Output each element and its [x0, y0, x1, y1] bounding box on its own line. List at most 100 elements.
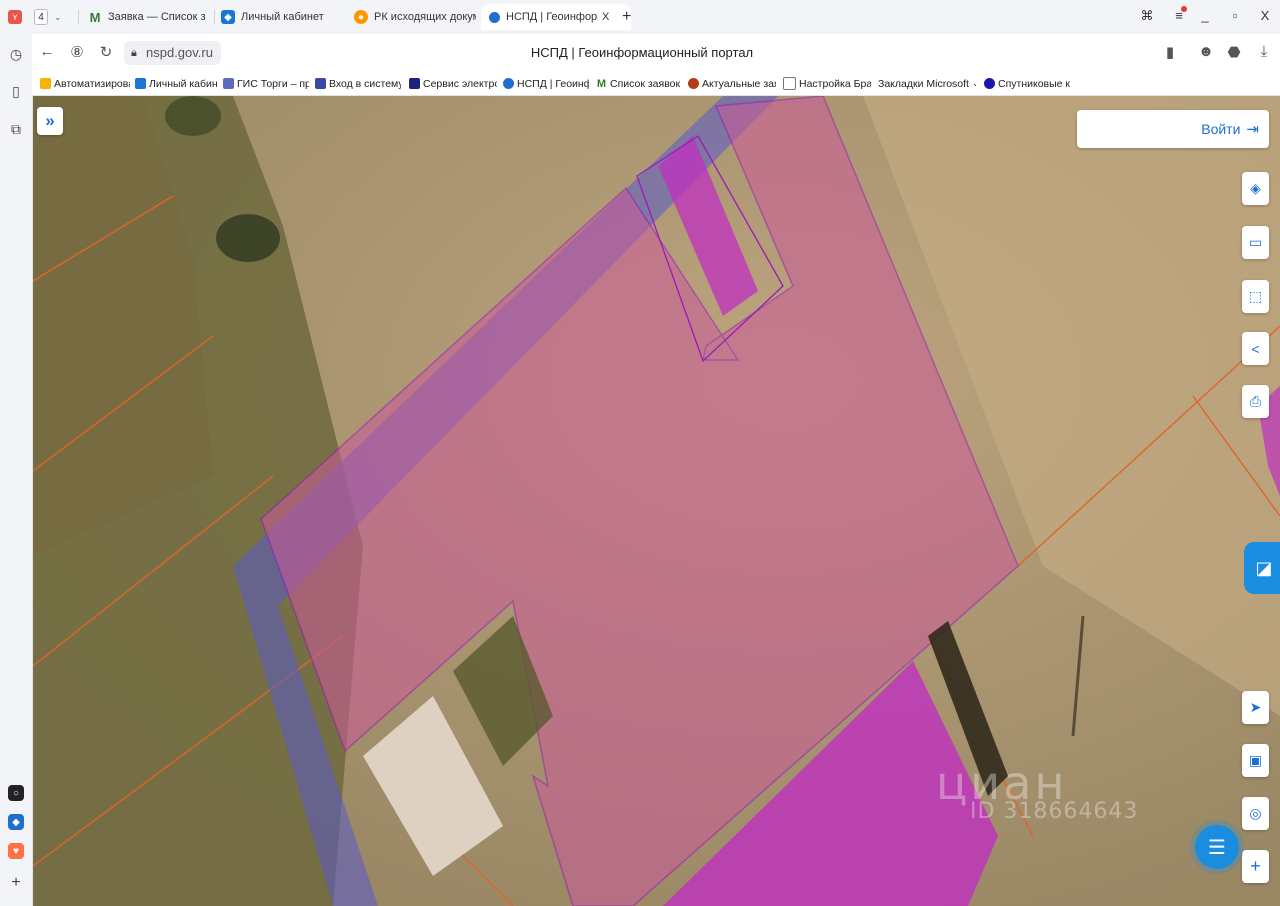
tab-label: Личный кабинет [241, 11, 324, 23]
bookmark-label: Сервис электрон [423, 77, 497, 90]
document-icon: ● [354, 10, 368, 24]
extension-icon[interactable]: ☻ [1196, 43, 1216, 60]
history-icon[interactable]: ◷ [5, 43, 27, 65]
minimap-icon: ▣ [1248, 752, 1263, 768]
locate-icon: ➤ [1249, 699, 1262, 715]
messenger-app-icon[interactable]: ◆ [8, 814, 24, 830]
protect-shield-icon[interactable]: ⬣ [1224, 43, 1244, 61]
bookmark-label: Личный кабинет [149, 77, 217, 90]
print-icon: ⎙ [1249, 393, 1262, 409]
tab-nspd-active[interactable]: НСПД | Геоинформационный портал X [481, 4, 631, 30]
bookmark-nspd-icon [503, 78, 514, 89]
bookmark-label: Автоматизирован [54, 77, 130, 90]
print-button[interactable]: ⎙ [1242, 385, 1269, 418]
gmail-icon: M [89, 9, 101, 25]
bookmark-gis-icon [223, 78, 234, 89]
map-viewport[interactable]: циан ID 318664643 » Войти ⇥ ◈ ▭ ⬚ < ⎙ ◪ … [33, 96, 1280, 906]
alice-app-icon[interactable]: ○ [8, 785, 24, 801]
close-window-button[interactable]: X [1256, 8, 1274, 23]
nspd-icon [489, 11, 500, 23]
watermark-id: ID 318664643 [970, 799, 1139, 824]
bookmarks-bar: Автоматизирован Личный кабинет ГИС Торги… [32, 72, 1280, 96]
bookmark-cabinet-icon [135, 78, 146, 89]
chat-button[interactable]: ☰ [1195, 825, 1239, 869]
bookmark-item[interactable]: НСПД | Геоинфор [503, 76, 589, 91]
bookmark-page-icon [783, 77, 796, 90]
bookmark-item[interactable]: ГИС Торги – прод [223, 76, 309, 91]
share-icon: < [1251, 340, 1260, 357]
tab-cabinet[interactable]: ◆ Личный кабинет [221, 4, 341, 30]
notifications-icon[interactable]: ≡ [1170, 6, 1188, 23]
tabs-counter-icon[interactable]: ▯ [5, 80, 27, 102]
bookmark-label: НСПД | Геоинфор [517, 77, 589, 90]
bookmark-service-icon [409, 78, 420, 89]
geo-search-icon: ◎ [1249, 805, 1262, 821]
bookmark-label: Список заявок — [610, 77, 680, 90]
bookmark-item[interactable]: Вход в систему :: I [315, 76, 401, 91]
lock-icon: 🔒︎ [131, 47, 137, 59]
close-tab-icon[interactable]: X [602, 11, 609, 23]
tree [165, 96, 221, 136]
side-rail: ◷ ▯ ⧉ ○ ◆ ♥ + [0, 34, 33, 906]
screenshot-icon[interactable]: ⧉ [5, 118, 27, 140]
reload-icon[interactable]: ↻ [96, 43, 116, 61]
yandex-protect-icon[interactable]: ⑧ [67, 43, 87, 61]
back-icon[interactable]: ← [37, 43, 57, 60]
bookmark-item[interactable]: Настройка Брауз [783, 76, 871, 91]
satellite-map[interactable] [33, 96, 1280, 906]
bookmark-login-icon [315, 78, 326, 89]
bookmark-sat-icon [984, 78, 995, 89]
bookmark-item[interactable]: Актуальные заяв [688, 76, 776, 91]
add-app-icon[interactable]: + [5, 872, 27, 894]
bookmark-label: Настройка Брауз [799, 77, 871, 90]
expand-panel-button[interactable]: » [37, 107, 63, 135]
layers-button[interactable]: ◈ [1242, 172, 1269, 205]
tab-rk-docs[interactable]: ● РК исходящих документов [354, 4, 476, 30]
bookmark-item[interactable]: Личный кабинет [135, 76, 217, 91]
chevron-down-icon: ⌄ [971, 78, 976, 88]
tab-strip: ʏ 4 ⌄ M Заявка — Список заявок ◆ Личный … [0, 0, 1280, 34]
new-tab-button[interactable]: + [622, 4, 640, 30]
url-field[interactable]: 🔒︎ nspd.gov.ru [124, 41, 221, 65]
tab-separator [214, 10, 215, 24]
login-button[interactable]: Войти ⇥ [1077, 110, 1269, 148]
tab-zayavka[interactable]: M Заявка — Список заявок [88, 4, 206, 30]
bookmark-icon[interactable]: ▮ [1160, 43, 1180, 61]
locate-button[interactable]: ➤ [1242, 691, 1269, 724]
select-area-button[interactable]: ⬚ [1242, 280, 1269, 313]
tab-separator [78, 10, 79, 24]
chevron-down-icon: ⌄ [54, 11, 62, 22]
share-button[interactable]: < [1242, 332, 1269, 365]
browser-logo-icon[interactable]: ʏ [8, 4, 26, 30]
bookmark-folder[interactable]: Закладки Microsoft ⌄ [878, 76, 976, 91]
geo-search-button[interactable]: ◎ [1242, 797, 1269, 830]
ruler-button[interactable]: ▭ [1242, 226, 1269, 259]
select-area-icon: ⬚ [1248, 288, 1263, 304]
bookmark-item[interactable]: Сервис электрон [409, 76, 497, 91]
bookmark-item[interactable]: Спутниковые кар [984, 76, 1070, 91]
bookmark-item[interactable]: Автоматизирован [40, 76, 130, 91]
tab-count-button[interactable]: 4 ⌄ [34, 4, 74, 30]
assistant-tab[interactable]: ◪ [1244, 542, 1280, 594]
download-icon[interactable]: ⤓ [1254, 43, 1274, 60]
ruler-icon: ▭ [1248, 234, 1263, 250]
login-arrow-icon: ⇥ [1246, 121, 1259, 138]
bookmark-label: ГИС Торги – прод [237, 77, 309, 90]
url-text: nspd.gov.ru [146, 45, 213, 60]
restore-button[interactable]: ▫ [1226, 8, 1244, 23]
zoom-in-button[interactable]: + [1242, 850, 1269, 883]
market-app-icon[interactable]: ♥ [8, 843, 24, 859]
cabinet-icon: ◆ [221, 10, 235, 24]
bookmark-label: Актуальные заяв [702, 77, 776, 90]
plus-icon: + [622, 8, 632, 25]
tab-label: РК исходящих документов [374, 11, 476, 23]
minimize-button[interactable]: _ [1196, 8, 1214, 23]
layers-icon: ◈ [1250, 180, 1261, 196]
bookmark-auto-icon [40, 78, 51, 89]
minimap-button[interactable]: ▣ [1242, 744, 1269, 777]
bookmark-label: Спутниковые кар [998, 77, 1070, 90]
tree [216, 214, 280, 262]
bookmark-actual-icon [688, 78, 699, 89]
collections-icon[interactable]: ⌘ [1138, 8, 1156, 24]
bookmark-item[interactable]: MСписок заявок — [596, 76, 680, 91]
